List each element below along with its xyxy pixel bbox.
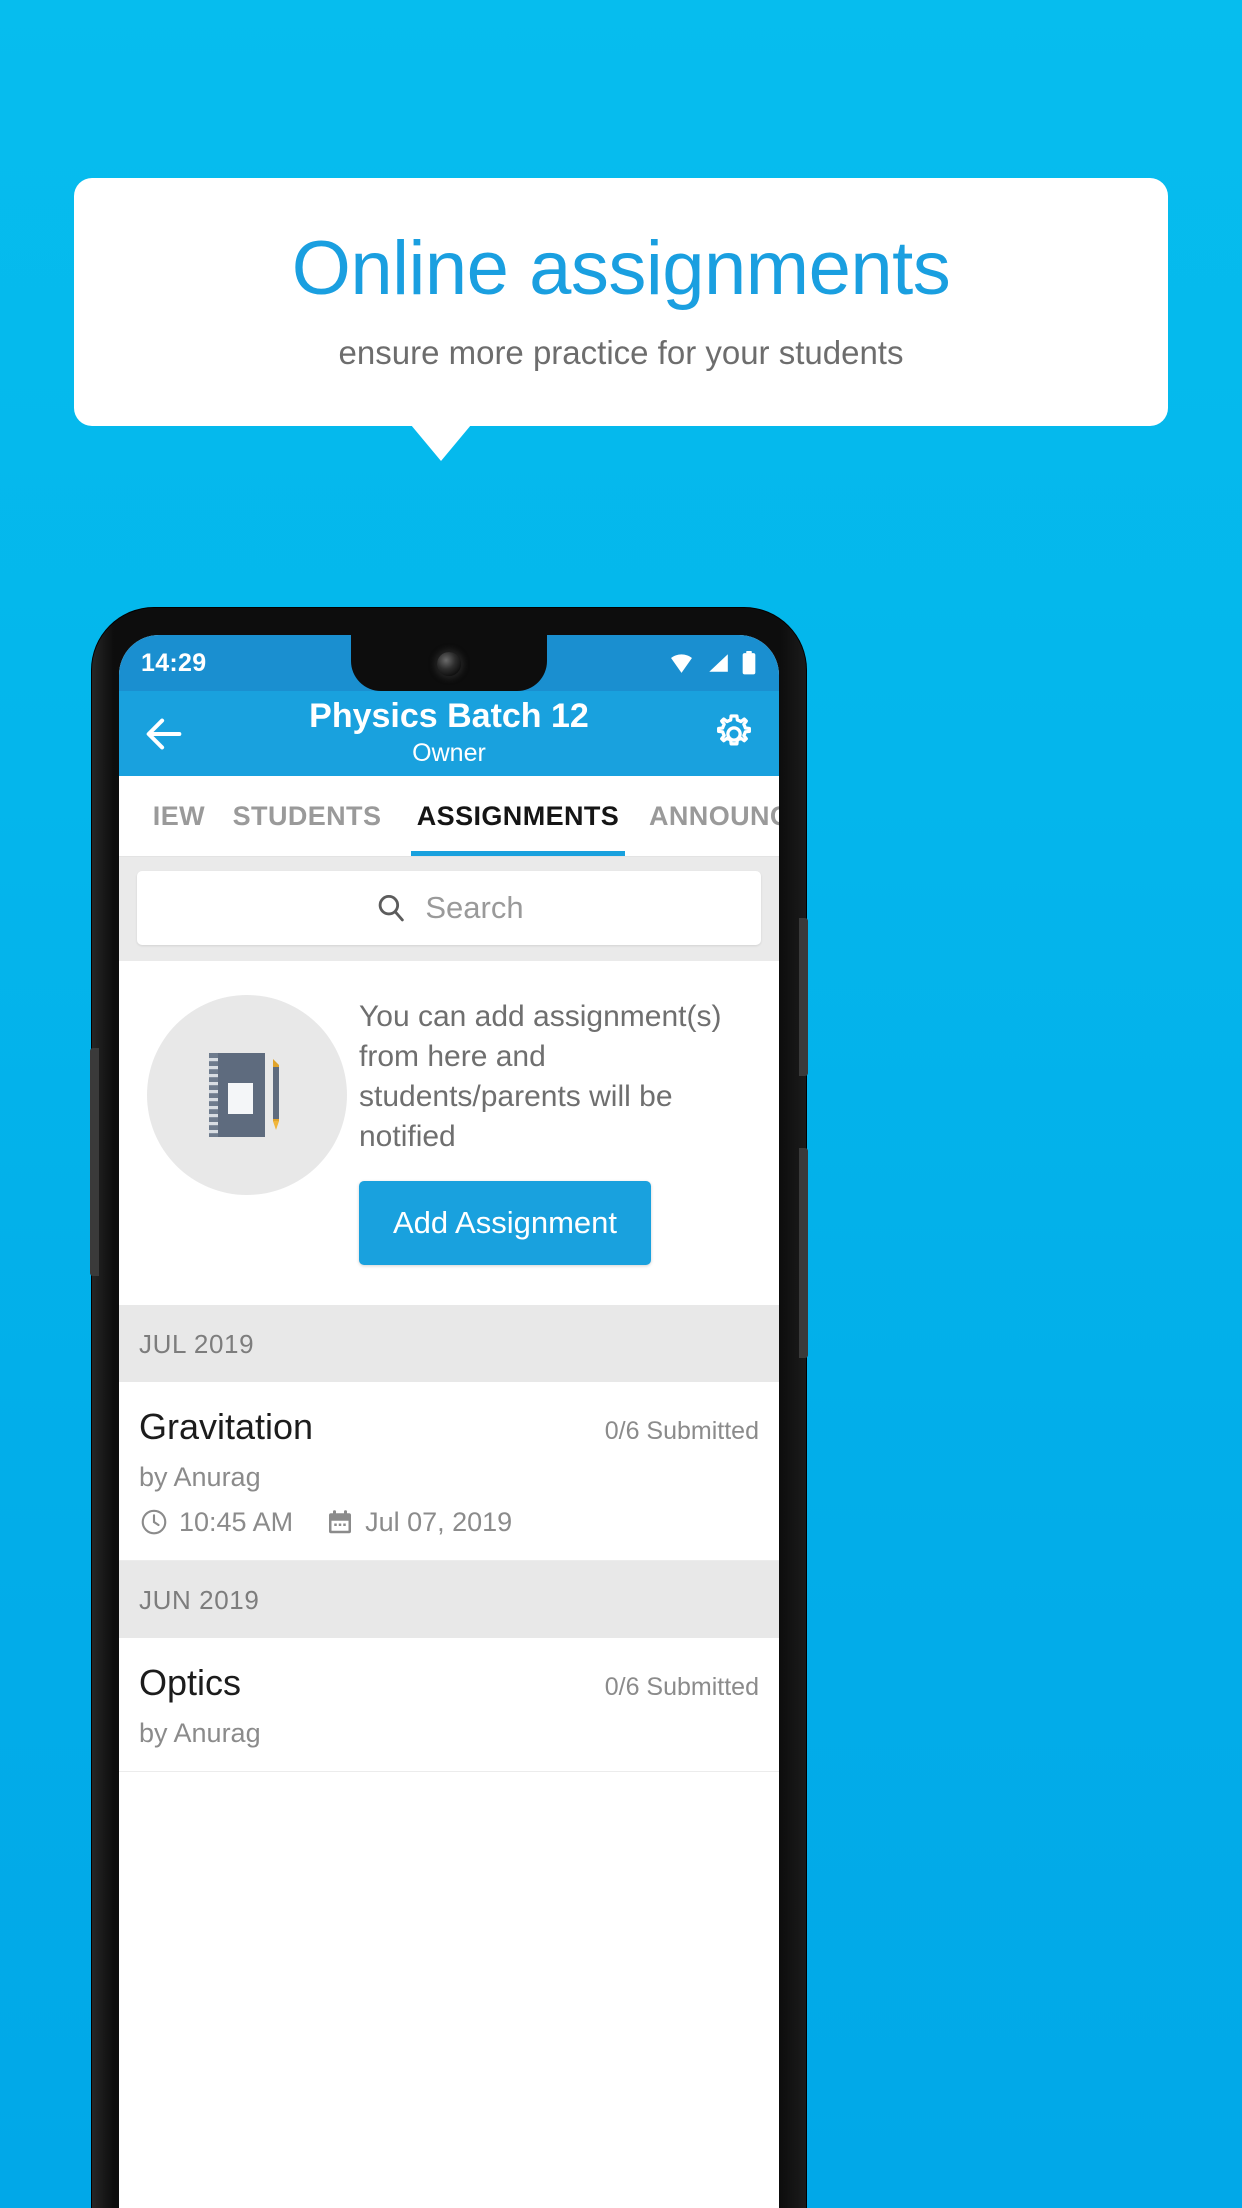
wifi-icon — [671, 654, 692, 673]
battery-icon — [742, 651, 756, 675]
promo-subtitle: ensure more practice for your students — [338, 334, 904, 372]
assignment-title: Optics — [139, 1661, 242, 1703]
search-input[interactable]: Search — [137, 871, 761, 945]
assignment-row-top: Optics 0/6 Submitted — [139, 1662, 759, 1704]
calendar-icon — [329, 1510, 352, 1534]
phone-volume-button-right[interactable] — [799, 1148, 808, 1358]
tab-bar: IEW STUDENTS ASSIGNMENTS ANNOUNCEM — [119, 776, 779, 857]
phone-screen: 14:29 Physics Batch 12 Owner IEW STUDENT… — [119, 635, 779, 2208]
notebook-and-pen-icon — [209, 1053, 279, 1137]
tab-announcements[interactable]: ANNOUNCEM — [633, 776, 779, 856]
assignment-author: by Anurag — [139, 1461, 261, 1492]
tab-overview[interactable]: IEW — [119, 776, 211, 856]
phone-volume-button-left[interactable] — [90, 1048, 99, 1276]
empty-state-content: You can add assignment(s) from here and … — [359, 983, 757, 1265]
search-placeholder: Search — [425, 890, 524, 925]
app-bar: Physics Batch 12 Owner — [119, 691, 779, 776]
assignment-date: Jul 07, 2019 — [365, 1506, 513, 1537]
month-header: JUL 2019 — [119, 1304, 779, 1382]
add-assignment-button[interactable]: Add Assignment — [359, 1180, 652, 1265]
tab-assignments[interactable]: ASSIGNMENTS — [403, 776, 633, 856]
tab-students[interactable]: STUDENTS — [211, 776, 403, 856]
promo-title: Online assignments — [291, 226, 951, 312]
assignment-submitted-count: 0/6 Submitted — [604, 1672, 759, 1701]
phone-mockup: 14:29 Physics Batch 12 Owner IEW STUDENT… — [90, 608, 808, 2208]
assignment-row[interactable]: Optics 0/6 Submitted by Anurag — [119, 1637, 779, 1772]
assignment-meta: 10:45 AM Jul 07, 2019 — [139, 1507, 759, 1538]
assignment-submitted-count: 0/6 Submitted — [604, 1416, 759, 1445]
phone-notch — [351, 635, 547, 691]
back-arrow-icon[interactable] — [141, 711, 187, 757]
gear-icon[interactable] — [711, 711, 757, 757]
clock-icon — [141, 1509, 167, 1535]
status-bar-icons — [668, 651, 757, 675]
empty-state-illustration — [147, 995, 347, 1195]
app-bar-titles: Physics Batch 12 Owner — [187, 697, 711, 767]
search-icon — [379, 894, 405, 922]
phone-power-button[interactable] — [799, 918, 808, 1076]
status-bar-time: 14:29 — [141, 648, 207, 677]
batch-role: Owner — [412, 738, 486, 767]
search-bar-container: Search — [119, 857, 779, 961]
assignment-row[interactable]: Gravitation 0/6 Submitted by Anurag 10:4… — [119, 1381, 779, 1561]
assignment-time: 10:45 AM — [179, 1506, 294, 1537]
assignment-author: by Anurag — [139, 1717, 261, 1748]
promo-callout-tail — [411, 425, 471, 461]
assignment-title: Gravitation — [139, 1405, 314, 1447]
month-header: JUN 2019 — [119, 1560, 779, 1638]
cell-signal-icon — [709, 654, 728, 672]
batch-title: Physics Batch 12 — [309, 697, 589, 736]
assignment-row-top: Gravitation 0/6 Submitted — [139, 1406, 759, 1448]
empty-state-text: You can add assignment(s) from here and … — [359, 1000, 722, 1153]
empty-state-card: You can add assignment(s) from here and … — [119, 961, 779, 1305]
front-camera-icon — [437, 652, 461, 676]
promo-callout-bubble: Online assignments ensure more practice … — [74, 178, 1168, 426]
promo-screenshot: Online assignments ensure more practice … — [0, 0, 1242, 2208]
